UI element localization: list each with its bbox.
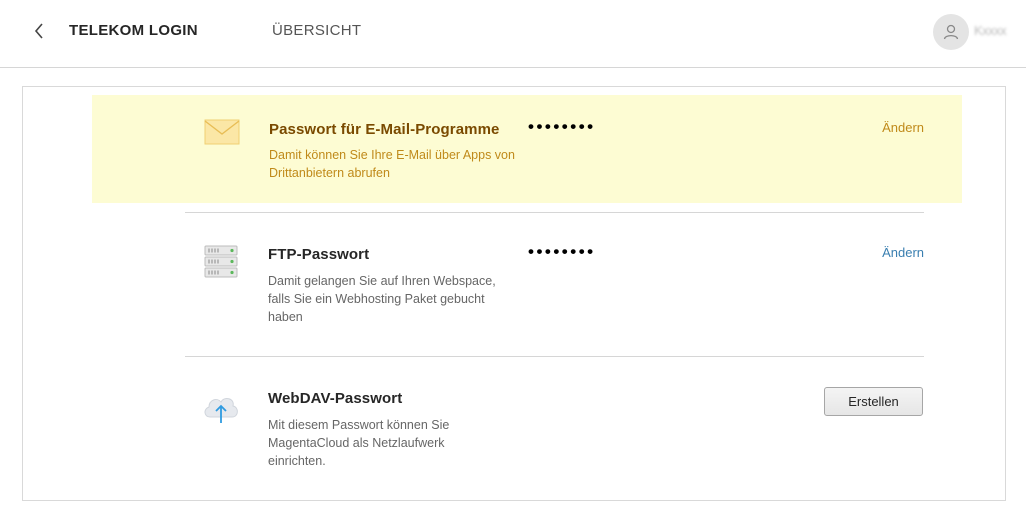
back-button[interactable] bbox=[28, 19, 50, 43]
email-password-masked: •••••••• bbox=[528, 117, 596, 136]
chevron-left-icon bbox=[34, 23, 43, 39]
nav-overview-link[interactable]: ÜBERSICHT bbox=[272, 22, 361, 39]
envelope-icon bbox=[204, 119, 240, 150]
ftp-password-change-link[interactable]: Ändern bbox=[852, 245, 924, 260]
password-row-webdav: WebDAV-Passwort Mit diesem Passwort könn… bbox=[23, 357, 1005, 497]
top-bar: TELEKOM LOGIN ÜBERSICHT Kxxxx bbox=[0, 0, 1026, 68]
webdav-password-title: WebDAV-Passwort bbox=[268, 390, 403, 407]
email-password-description: Damit können Sie Ihre E-Mail über Apps v… bbox=[269, 148, 515, 180]
email-password-change-link[interactable]: Ändern bbox=[852, 120, 924, 135]
cloud-upload-icon bbox=[201, 391, 241, 430]
password-panel: Passwort für E-Mail-Programme Damit könn… bbox=[22, 86, 1006, 501]
password-row-ftp: FTP-Passwort Damit gelangen Sie auf Ihre… bbox=[23, 213, 1005, 356]
password-row-email: Passwort für E-Mail-Programme Damit könn… bbox=[92, 95, 962, 203]
webdav-create-button[interactable]: Erstellen bbox=[824, 387, 923, 416]
ftp-password-masked: •••••••• bbox=[528, 242, 596, 261]
webdav-password-description: Mit diesem Passwort können Sie MagentaCl… bbox=[268, 418, 450, 468]
avatar[interactable] bbox=[933, 14, 969, 50]
server-icon bbox=[204, 245, 238, 284]
ftp-password-description: Damit gelangen Sie auf Ihren Webspace, f… bbox=[268, 274, 496, 324]
user-name[interactable]: Kxxxx bbox=[974, 23, 1007, 38]
ftp-password-title: FTP-Passwort bbox=[268, 246, 370, 263]
email-password-title: Passwort für E-Mail-Programme bbox=[269, 121, 500, 138]
user-icon bbox=[943, 24, 959, 40]
app-title: TELEKOM LOGIN bbox=[69, 22, 198, 39]
